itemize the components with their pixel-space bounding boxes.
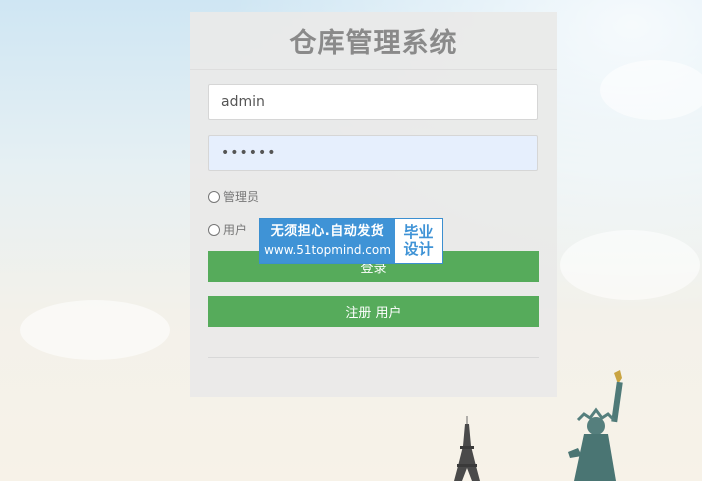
watermark-text-block: 无须担心.自动发货 www.51topmind.com [260,219,395,263]
statue-of-liberty-illustration [568,370,623,481]
watermark-url: www.51topmind.com [264,243,391,257]
watermark-tag-line1: 毕业 [403,223,434,241]
panel-header: 仓库管理系统 [190,12,557,70]
password-input[interactable] [208,135,538,171]
watermark-badge: 无须担心.自动发货 www.51topmind.com 毕业 设计 [259,218,443,264]
role-user-option[interactable]: 用户 [208,221,247,238]
watermark-slogan: 无须担心.自动发货 [270,224,385,239]
watermark-tag-line2: 设计 [403,240,434,258]
radio-icon[interactable] [208,190,220,203]
login-panel: 仓库管理系统 管理员 用户 登录 注册 用户 [190,12,557,397]
page-title: 仓库管理系统 [289,28,458,59]
divider [208,357,539,358]
role-user-label: 用户 [223,223,248,237]
background-cloud [600,60,702,120]
eiffel-tower-illustration [454,416,480,481]
role-admin-label: 管理员 [223,190,260,204]
role-admin-option[interactable]: 管理员 [208,188,259,205]
background-cloud [20,300,170,360]
radio-icon[interactable] [208,223,220,236]
watermark-tag: 毕业 设计 [395,219,442,263]
username-input[interactable] [208,84,538,120]
background-cloud [560,230,700,300]
register-button[interactable]: 注册 用户 [208,296,539,327]
